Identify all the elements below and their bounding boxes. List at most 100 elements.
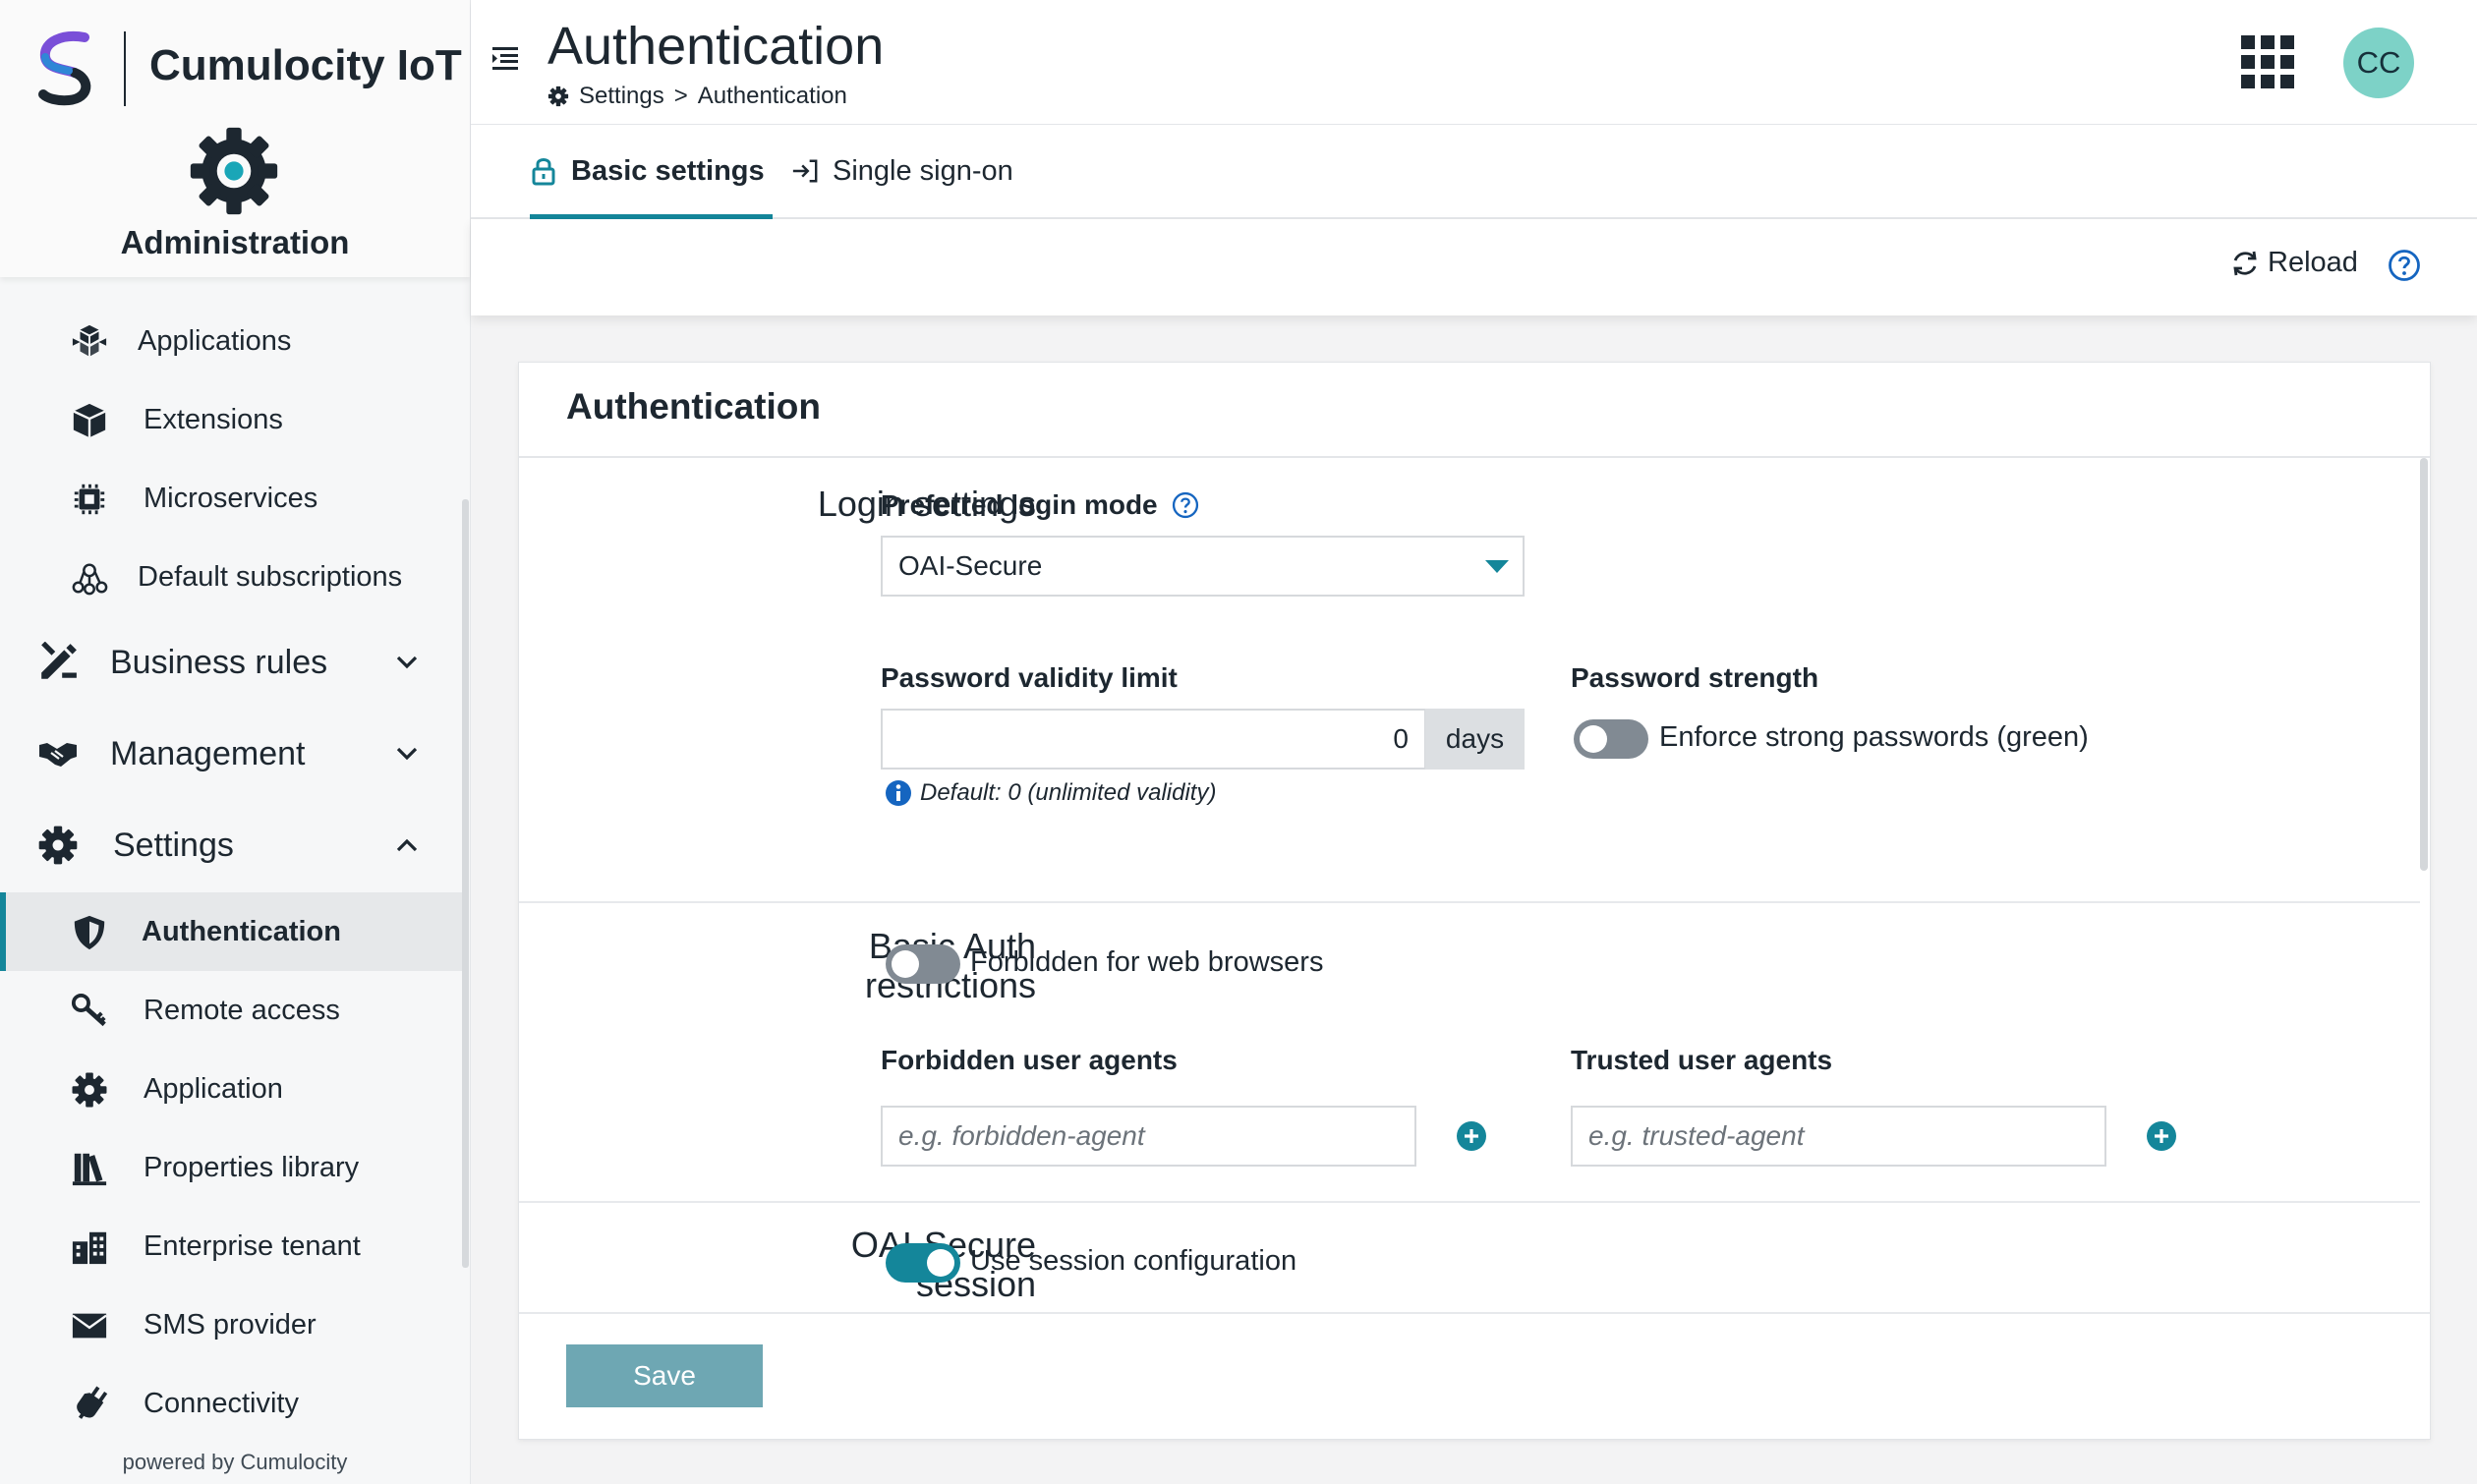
powered-by-text: powered by Cumulocity <box>122 1450 348 1474</box>
tab-label: Single sign-on <box>833 154 1013 187</box>
breadcrumb: Settings > Authentication <box>547 83 847 110</box>
plug-icon <box>77 1386 108 1419</box>
tab-basic-settings[interactable]: Basic settings <box>530 125 773 219</box>
sidebar-group-label: Settings <box>113 826 234 864</box>
shield-icon <box>74 915 105 950</box>
cubes-icon <box>72 324 107 357</box>
add-trusted-agent-plus-icon[interactable] <box>2146 1120 2177 1152</box>
app-brand: Cumulocity IoT <box>149 41 462 89</box>
caret-down-icon <box>1485 560 1509 573</box>
breadcrumb-separator: > <box>673 83 688 109</box>
reload-label: Reload <box>2268 247 2358 278</box>
sidebar-item-sms-provider[interactable]: SMS provider <box>0 1285 462 1364</box>
cumulocity-logo-icon[interactable] <box>33 29 102 108</box>
sidebar-item-label: SMS provider <box>144 1308 317 1341</box>
add-forbidden-agent-plus-icon[interactable] <box>1456 1120 1487 1152</box>
chip-icon <box>74 484 105 515</box>
validity-hint-text: Default: 0 (unlimited validity) <box>920 779 1217 806</box>
sidebar-item-microservices[interactable]: Microservices <box>0 459 462 538</box>
sidebar-group-label: Management <box>110 734 306 772</box>
app-switcher-grid-icon[interactable] <box>2241 35 2294 88</box>
sidebar-item-application[interactable]: Application <box>0 1050 462 1128</box>
trusted-user-agents-label: Trusted user agents <box>1571 1045 1833 1075</box>
envelope-icon <box>72 1313 107 1339</box>
card-title: Authentication <box>566 386 821 427</box>
divider <box>519 1312 2430 1314</box>
sidebar-group-management[interactable]: Management <box>0 714 462 793</box>
sidebar-item-default-subscriptions[interactable]: Default subscriptions <box>0 538 462 616</box>
tab-label: Basic settings <box>571 154 765 187</box>
sidebar-item-label: Extensions <box>144 403 283 435</box>
page-title: Authentication <box>547 17 885 76</box>
trusted-user-agent-placeholder: e.g. trusted-agent <box>1588 1120 1805 1151</box>
chevron-down-icon <box>396 747 418 761</box>
card-scrollbar[interactable] <box>2420 458 2428 871</box>
sidebar-item-label: Authentication <box>142 915 341 947</box>
gear-icon <box>72 1072 107 1108</box>
sidebar-header: Cumulocity IoT Administration <box>0 0 470 277</box>
forbidden-web-browsers-toggle[interactable] <box>886 944 960 984</box>
sidebar-item-label: Applications <box>138 324 292 357</box>
use-session-configuration-toggle[interactable] <box>886 1243 960 1283</box>
sidebar-item-extensions[interactable]: Extensions <box>0 380 462 459</box>
trusted-user-agent-input[interactable]: e.g. trusted-agent <box>1571 1106 2106 1167</box>
help-icon[interactable] <box>2388 249 2421 282</box>
use-session-configuration-label: Use session configuration <box>970 1245 1297 1277</box>
validity-hint: Default: 0 (unlimited validity) <box>885 779 1216 807</box>
chevron-up-icon <box>396 838 418 852</box>
app-section-label: Administration <box>120 224 350 260</box>
sidebar-item-enterprise-tenant[interactable]: Enterprise tenant <box>0 1207 462 1285</box>
help-icon[interactable] <box>1172 491 1199 519</box>
business-rules-icon <box>41 642 77 679</box>
password-validity-input[interactable]: 0 <box>881 709 1426 770</box>
user-avatar[interactable]: CC <box>2343 28 2414 98</box>
sidebar-group-business-rules[interactable]: Business rules <box>0 623 462 702</box>
sidebar-item-authentication[interactable]: Authentication <box>0 892 468 971</box>
forbidden-user-agent-placeholder: e.g. forbidden-agent <box>898 1120 1145 1151</box>
lock-icon <box>532 158 555 186</box>
save-button[interactable]: Save <box>566 1344 763 1407</box>
breadcrumb-current: Authentication <box>697 83 847 109</box>
collapse-menu-icon[interactable] <box>490 43 520 73</box>
sidebar-item-connectivity[interactable]: Connectivity <box>0 1364 462 1443</box>
divider <box>519 1201 2420 1203</box>
reload-button[interactable]: Reload <box>2230 247 2358 279</box>
gear-icon <box>547 86 569 107</box>
sidebar-group-settings[interactable]: Settings <box>0 806 462 885</box>
sidebar-item-remote-access[interactable]: Remote access <box>0 971 462 1050</box>
password-strength-label: Password strength <box>1571 662 1819 693</box>
administration-gear-icon <box>190 127 278 215</box>
breadcrumb-settings-link[interactable]: Settings <box>579 83 664 110</box>
key-icon <box>71 993 106 1027</box>
sidebar-item-label: Application <box>144 1072 283 1105</box>
chevron-down-icon <box>396 656 418 669</box>
logo-divider <box>124 31 126 106</box>
sidebar-item-label: Remote access <box>144 994 340 1026</box>
forbidden-web-browsers-label: Forbidden for web browsers <box>970 946 1324 978</box>
authentication-card: Authentication Login settings Preferred … <box>518 362 2431 1440</box>
library-icon <box>72 1153 107 1186</box>
sidebar: Cumulocity IoT Administration Applicatio… <box>0 0 471 1484</box>
password-validity-label: Password validity limit <box>881 662 1178 693</box>
gear-icon <box>38 826 78 865</box>
divider <box>519 901 2420 903</box>
action-bar: Reload <box>471 219 2477 315</box>
sidebar-scrollbar[interactable] <box>462 499 469 1268</box>
days-unit-addon: days <box>1425 709 1525 770</box>
top-header: Authentication Settings > Authentication… <box>471 0 2477 126</box>
enforce-strong-passwords-label: Enforce strong passwords (green) <box>1659 721 2089 753</box>
forbidden-user-agent-input[interactable]: e.g. forbidden-agent <box>881 1106 1416 1167</box>
sidebar-group-label: Business rules <box>110 643 328 681</box>
sidebar-item-label: Connectivity <box>144 1387 299 1419</box>
sidebar-item-properties-library[interactable]: Properties library <box>0 1128 462 1207</box>
building-icon <box>72 1231 107 1265</box>
login-mode-value: OAI-Secure <box>898 550 1043 581</box>
forbidden-user-agents-label: Forbidden user agents <box>881 1045 1178 1075</box>
tab-single-sign-on[interactable]: Single sign-on <box>791 125 1013 217</box>
sidebar-item-applications[interactable]: Applications <box>0 302 462 380</box>
handshake-icon <box>39 743 77 767</box>
info-icon <box>886 780 911 806</box>
preferred-login-mode-label: Preferred login mode <box>881 489 1199 521</box>
enforce-strong-passwords-toggle[interactable] <box>1574 719 1648 759</box>
login-mode-select[interactable]: OAI-Secure <box>881 536 1525 597</box>
